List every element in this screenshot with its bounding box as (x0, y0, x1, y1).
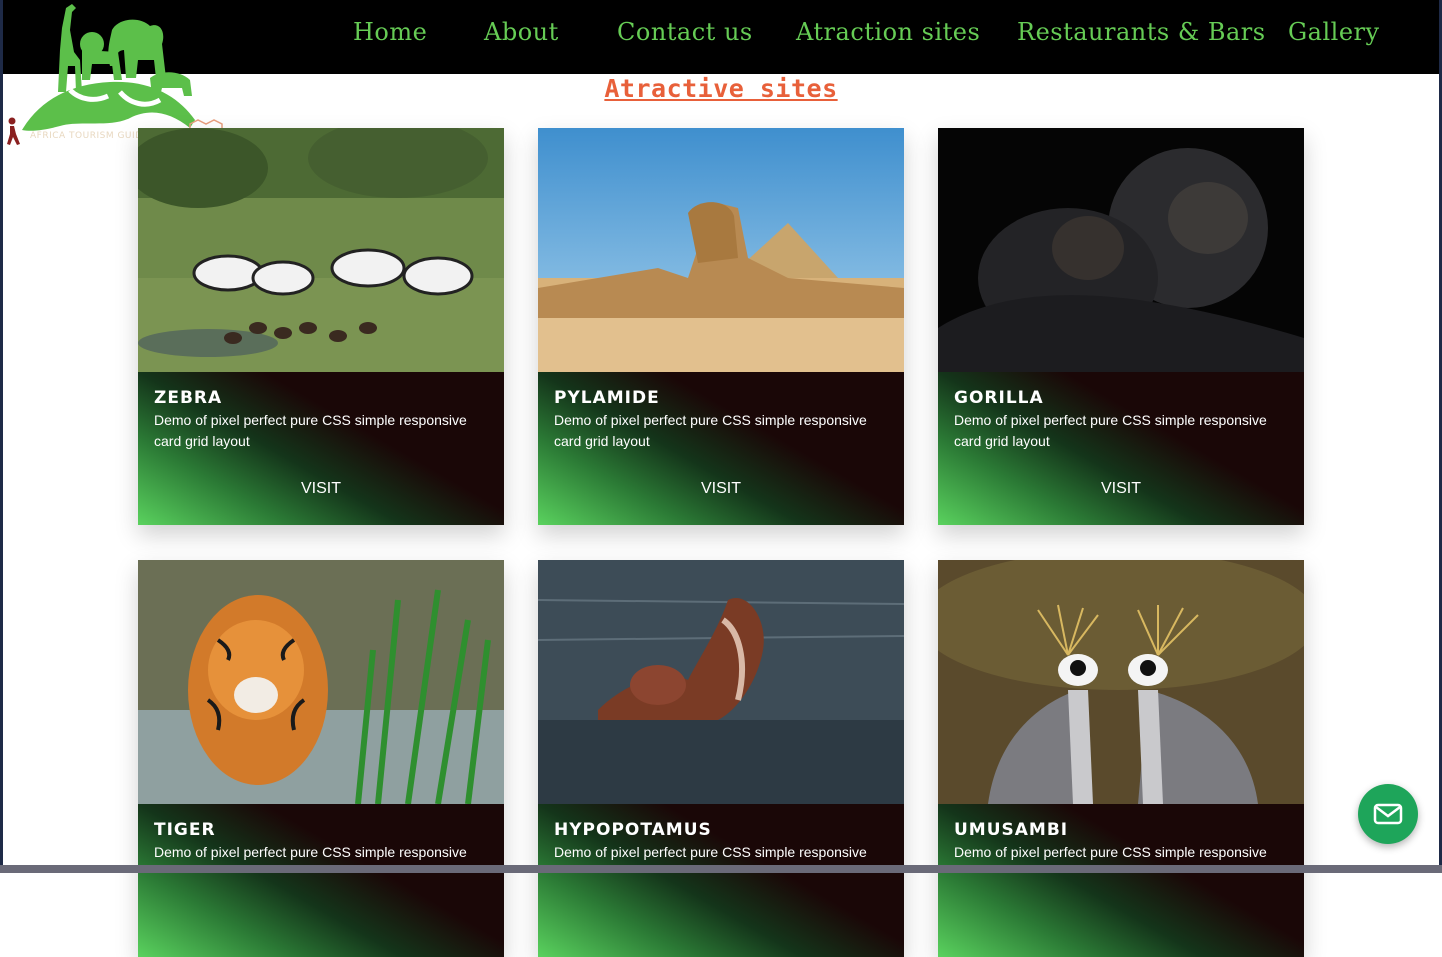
card-title: PYLAMIDE (554, 388, 660, 408)
card-description: Demo of pixel perfect pure CSS simple re… (954, 844, 1267, 860)
gorilla-family-photo (938, 128, 1304, 372)
card-hypopotamus: HYPOPOTAMUS Demo of pixel perfect pure C… (538, 560, 904, 957)
card-title: ZEBRA (154, 388, 223, 408)
card-description: Demo of pixel perfect pure CSS simple re… (154, 412, 467, 449)
mail-icon (1373, 803, 1403, 825)
card-umusambi: UMUSAMBI Demo of pixel perfect pure CSS … (938, 560, 1304, 957)
visit-button[interactable]: VISIT (938, 480, 1304, 498)
nav-attraction-sites-link[interactable]: Atraction sites (796, 18, 980, 46)
nav-gallery-link[interactable]: Gallery (1288, 18, 1380, 46)
nav-contact-link[interactable]: Contact us (617, 18, 753, 46)
hippopotamus-photo (538, 560, 904, 804)
visit-button[interactable]: VISIT (138, 480, 504, 498)
card-tiger: TIGER Demo of pixel perfect pure CSS sim… (138, 560, 504, 957)
zebra-herd-photo (138, 128, 504, 372)
card-pylamide: PYLAMIDE Demo of pixel perfect pure CSS … (538, 128, 904, 525)
card-title: HYPOPOTAMUS (554, 820, 712, 840)
card-body: PYLAMIDE Demo of pixel perfect pure CSS … (538, 372, 904, 525)
logo-tagline: AFRICA TOURISM GUIDE (30, 131, 149, 141)
card-description: Demo of pixel perfect pure CSS simple re… (554, 412, 867, 449)
card-gorilla: GORILLA Demo of pixel perfect pure CSS s… (938, 128, 1304, 525)
card-body: GORILLA Demo of pixel perfect pure CSS s… (938, 372, 1304, 525)
card-title: UMUSAMBI (954, 820, 1069, 840)
crowned-crane-photo (938, 560, 1304, 804)
nav-about-link[interactable]: About (484, 18, 559, 46)
nav-restaurants-bars-link[interactable]: Restaurants & Bars (1017, 18, 1266, 46)
visit-button[interactable]: VISIT (538, 480, 904, 498)
mail-button[interactable] (1358, 784, 1418, 844)
sphinx-pyramid-photo (538, 128, 904, 372)
page-title: Atractive sites (604, 74, 838, 103)
card-body: HYPOPOTAMUS Demo of pixel perfect pure C… (538, 804, 904, 957)
card-title: TIGER (154, 820, 216, 840)
card-zebra: ZEBRA Demo of pixel perfect pure CSS sim… (138, 128, 504, 525)
card-description: Demo of pixel perfect pure CSS simple re… (554, 844, 867, 860)
card-description: Demo of pixel perfect pure CSS simple re… (154, 844, 467, 860)
card-body: UMUSAMBI Demo of pixel perfect pure CSS … (938, 804, 1304, 957)
card-body: ZEBRA Demo of pixel perfect pure CSS sim… (138, 372, 504, 525)
window-frame-bottom (0, 865, 1442, 873)
nav-home-link[interactable]: Home (353, 18, 427, 46)
card-description: Demo of pixel perfect pure CSS simple re… (954, 412, 1267, 449)
tiger-photo (138, 560, 504, 804)
card-title: GORILLA (954, 388, 1044, 408)
card-body: TIGER Demo of pixel perfect pure CSS sim… (138, 804, 504, 957)
